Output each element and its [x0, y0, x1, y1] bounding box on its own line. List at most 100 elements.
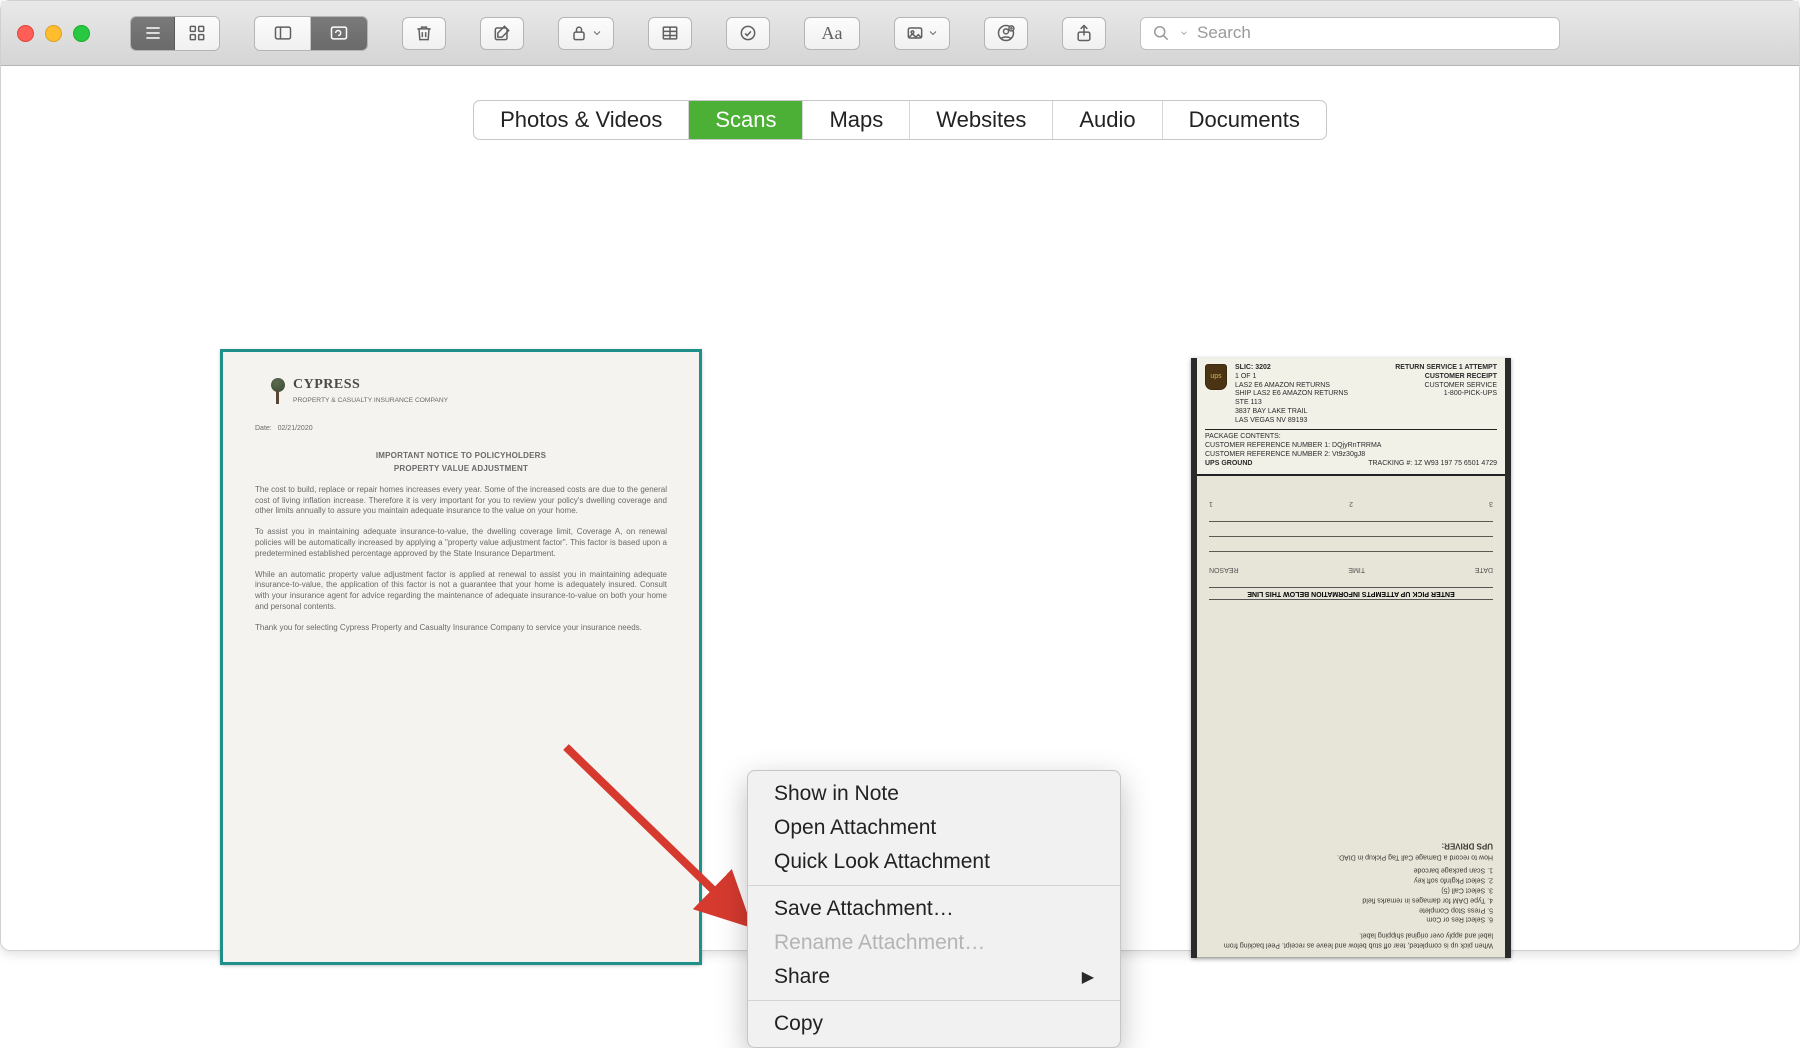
doc2-s6: 6. Select Res or Com	[1209, 914, 1493, 924]
new-note-button[interactable]	[480, 17, 524, 50]
chevron-down-icon	[591, 23, 603, 43]
doc2-cs2: 1-800-PICK-UPS	[1444, 390, 1497, 397]
minimize-window-button[interactable]	[45, 25, 62, 42]
table-icon	[660, 23, 680, 43]
doc1-p4: Thank you for selecting Cypress Property…	[255, 623, 667, 634]
person-add-icon	[996, 23, 1016, 43]
doc2-addr3: STE 113	[1235, 399, 1262, 406]
doc2-note: When pick up is completed, tear off stub…	[1209, 929, 1493, 949]
search-input[interactable]	[1197, 23, 1549, 43]
media-button[interactable]	[894, 17, 950, 50]
attachment-filter-bar: Photos & Videos Scans Maps Websites Audi…	[1, 66, 1799, 162]
share-icon	[1074, 23, 1094, 43]
compose-icon	[492, 23, 512, 43]
checklist-button[interactable]	[726, 17, 770, 50]
doc2-s1: 1. Scan package barcode	[1209, 865, 1493, 875]
tab-scans[interactable]: Scans	[689, 101, 803, 139]
tab-maps[interactable]: Maps	[803, 101, 910, 139]
scan-thumbnail-2[interactable]: ups SLIC: 3202 RETURN SERVICE 1 ATTEMPT …	[1191, 358, 1511, 958]
doc2-ref2: CUSTOMER REFERENCE NUMBER 2: Vt9z30gJ8	[1205, 451, 1497, 460]
doc1-date-value: 02/21/2020	[278, 425, 313, 432]
doc2-s5: 5. Press Stop Complete	[1209, 904, 1493, 914]
doc1-title2: PROPERTY VALUE ADJUSTMENT	[255, 464, 667, 475]
scan-thumbnail-1-content: CYPRESS PROPERTY & CASUALTY INSURANCE CO…	[221, 350, 701, 964]
list-view-button[interactable]	[131, 17, 175, 50]
ups-logo-icon: ups	[1205, 364, 1227, 390]
doc2-enter: ENTER PICK UP ATTEMPTS INFORMATION BELOW…	[1209, 587, 1493, 600]
format-aa-icon: Aa	[822, 23, 843, 44]
grid-icon	[187, 23, 207, 43]
doc2-addr5: LAS VEGAS NV 89193	[1235, 417, 1307, 424]
add-people-button[interactable]	[984, 17, 1028, 50]
doc2-addr4: 3837 BAY LAKE TRAIL	[1235, 408, 1307, 415]
doc2-addr2: SHIP LAS2 E6 AMAZON RETURNS	[1235, 390, 1348, 397]
menu-quick-look-attachment[interactable]: Quick Look Attachment	[748, 845, 1120, 879]
paperclip-icon	[329, 23, 349, 43]
doc2-ground: UPS GROUND	[1205, 460, 1252, 469]
format-button[interactable]: Aa	[804, 17, 860, 50]
menu-show-in-note[interactable]: Show in Note	[748, 777, 1120, 811]
doc2-ref1: CUSTOMER REFERENCE NUMBER 1: DQjyRnTRRMA	[1205, 442, 1497, 451]
view-mode-group	[130, 16, 220, 51]
lock-button[interactable]	[558, 17, 614, 50]
doc2-count: 1 OF 1	[1235, 373, 1256, 382]
share-button[interactable]	[1062, 17, 1106, 50]
sidebar-attach-group	[254, 16, 368, 51]
attachment-filter-segmented: Photos & Videos Scans Maps Websites Audi…	[473, 100, 1327, 140]
image-icon	[905, 23, 925, 43]
menu-rename-attachment: Rename Attachment…	[748, 926, 1120, 960]
close-window-button[interactable]	[17, 25, 34, 42]
tab-documents[interactable]: Documents	[1163, 101, 1326, 139]
sidebar-icon	[273, 23, 293, 43]
submenu-arrow-icon: ▶	[1082, 967, 1094, 987]
search-field[interactable]	[1140, 17, 1560, 50]
tab-websites[interactable]: Websites	[910, 101, 1053, 139]
window-titlebar: Aa	[1, 1, 1799, 66]
zoom-window-button[interactable]	[73, 25, 90, 42]
tab-photos-videos[interactable]: Photos & Videos	[474, 101, 689, 139]
list-lines-icon	[143, 23, 163, 43]
doc1-date-label: Date:	[255, 425, 272, 432]
doc2-col-reason: REASON	[1209, 566, 1239, 573]
doc2-driver: UPS DRIVER:	[1209, 840, 1493, 851]
doc2-s2: 2. Select PkgInfo soft key	[1209, 874, 1493, 884]
search-icon	[1151, 23, 1171, 43]
menu-share[interactable]: Share ▶	[748, 960, 1120, 994]
delete-button[interactable]	[402, 17, 446, 50]
scan-thumbnail-2-content: ups SLIC: 3202 RETURN SERVICE 1 ATTEMPT …	[1191, 358, 1511, 958]
menu-copy[interactable]: Copy	[748, 1007, 1120, 1041]
doc2-pkg: PACKAGE CONTENTS:	[1205, 433, 1497, 442]
trash-icon	[414, 23, 434, 43]
tab-audio[interactable]: Audio	[1053, 101, 1162, 139]
menu-open-attachment[interactable]: Open Attachment	[748, 811, 1120, 845]
doc2-col-time: TIME	[1348, 566, 1365, 573]
context-menu: Show in Note Open Attachment Quick Look …	[747, 770, 1121, 1048]
doc2-slic: SLIC: 3202	[1235, 364, 1271, 373]
lock-icon	[569, 23, 589, 43]
doc1-brand-sub: PROPERTY & CASUALTY INSURANCE COMPANY	[293, 397, 448, 404]
table-button[interactable]	[648, 17, 692, 50]
check-circle-icon	[738, 23, 758, 43]
menu-save-attachment[interactable]: Save Attachment…	[748, 892, 1120, 926]
toggle-sidebar-button[interactable]	[255, 17, 311, 50]
doc2-s3: 3. Select Call (5)	[1209, 884, 1493, 894]
scan-thumbnail-1[interactable]: CYPRESS PROPERTY & CASUALTY INSURANCE CO…	[221, 350, 701, 964]
chevron-down-icon	[1179, 28, 1189, 38]
attachments-view-button[interactable]	[311, 17, 367, 50]
doc2-s4: 4. Type DAM for damages in remarks field	[1209, 894, 1493, 904]
doc2-tracking: TRACKING #: 1Z W93 197 75 6501 4729	[1368, 460, 1497, 469]
doc1-p1: The cost to build, replace or repair hom…	[255, 485, 667, 517]
chevron-down-icon	[927, 23, 939, 43]
menu-separator	[748, 885, 1120, 886]
doc2-receipt: CUSTOMER RECEIPT	[1425, 373, 1497, 382]
doc2-service: RETURN SERVICE 1 ATTEMPT	[1395, 364, 1497, 373]
doc2-howto: How to record a Damage Call Tag Pickup i…	[1209, 851, 1493, 861]
traffic-lights	[17, 25, 90, 42]
doc1-p3: While an automatic property value adjust…	[255, 570, 667, 613]
doc1-title1: IMPORTANT NOTICE TO POLICYHOLDERS	[255, 451, 667, 462]
grid-view-button[interactable]	[175, 17, 219, 50]
tree-logo-icon	[265, 378, 287, 404]
menu-separator	[748, 1000, 1120, 1001]
doc2-addr1: LAS2 E6 AMAZON RETURNS	[1235, 382, 1330, 389]
doc1-brand: CYPRESS	[293, 376, 448, 395]
